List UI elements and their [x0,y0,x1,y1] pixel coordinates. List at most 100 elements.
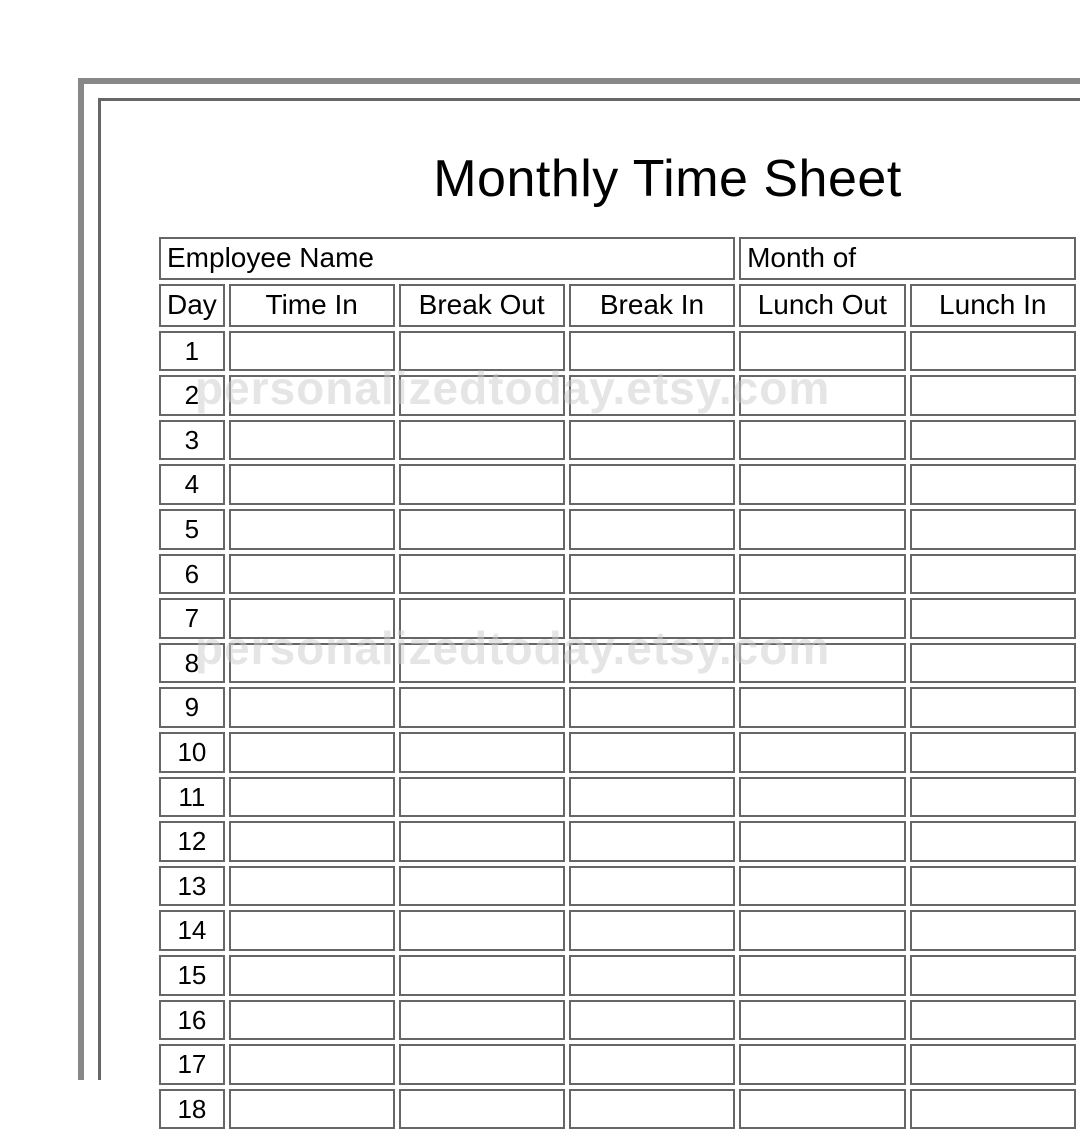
time-cell[interactable] [229,464,395,505]
time-cell[interactable] [229,732,395,773]
time-cell[interactable] [910,777,1076,818]
time-cell[interactable] [569,687,735,728]
time-cell[interactable] [569,464,735,505]
time-cell[interactable] [399,732,565,773]
time-cell[interactable] [739,509,905,550]
header-break-in: Break In [569,284,735,327]
time-cell[interactable] [229,1044,395,1085]
time-cell[interactable] [739,375,905,416]
time-cell[interactable] [229,509,395,550]
time-cell[interactable] [399,1044,565,1085]
time-cell[interactable] [910,866,1076,907]
time-cell[interactable] [399,464,565,505]
time-cell[interactable] [399,821,565,862]
time-cell[interactable] [229,598,395,639]
time-cell[interactable] [739,1000,905,1041]
month-of-field[interactable]: Month of [739,237,1076,280]
time-cell[interactable] [569,910,735,951]
time-cell[interactable] [910,1089,1076,1130]
time-cell[interactable] [399,331,565,372]
time-cell[interactable] [399,1000,565,1041]
day-cell: 13 [159,866,225,907]
time-cell[interactable] [569,1000,735,1041]
time-cell[interactable] [910,643,1076,684]
time-cell[interactable] [569,955,735,996]
time-cell[interactable] [910,687,1076,728]
time-cell[interactable] [569,732,735,773]
time-cell[interactable] [569,1089,735,1130]
time-cell[interactable] [739,643,905,684]
time-cell[interactable] [910,955,1076,996]
time-cell[interactable] [569,420,735,461]
time-cell[interactable] [229,331,395,372]
time-cell[interactable] [910,1044,1076,1085]
time-cell[interactable] [229,687,395,728]
time-cell[interactable] [399,509,565,550]
time-cell[interactable] [399,375,565,416]
time-cell[interactable] [569,509,735,550]
time-cell[interactable] [229,643,395,684]
time-cell[interactable] [910,420,1076,461]
time-cell[interactable] [399,687,565,728]
time-cell[interactable] [569,331,735,372]
time-cell[interactable] [229,1000,395,1041]
time-cell[interactable] [569,598,735,639]
time-cell[interactable] [910,732,1076,773]
time-cell[interactable] [739,910,905,951]
time-cell[interactable] [229,910,395,951]
time-cell[interactable] [569,866,735,907]
time-cell[interactable] [910,375,1076,416]
time-cell[interactable] [399,420,565,461]
time-cell[interactable] [569,643,735,684]
time-cell[interactable] [910,1000,1076,1041]
table-row: 16 [159,1000,1076,1041]
time-cell[interactable] [399,777,565,818]
time-cell[interactable] [910,464,1076,505]
time-cell[interactable] [399,955,565,996]
employee-name-field[interactable]: Employee Name [159,237,735,280]
time-cell[interactable] [399,598,565,639]
time-cell[interactable] [739,687,905,728]
time-cell[interactable] [229,777,395,818]
time-cell[interactable] [910,910,1076,951]
time-cell[interactable] [739,777,905,818]
time-cell[interactable] [739,331,905,372]
time-cell[interactable] [399,1089,565,1130]
time-cell[interactable] [229,821,395,862]
time-cell[interactable] [569,554,735,595]
time-cell[interactable] [910,331,1076,372]
time-cell[interactable] [569,1044,735,1085]
time-cell[interactable] [569,821,735,862]
time-cell[interactable] [229,955,395,996]
time-cell[interactable] [399,866,565,907]
table-row: 13 [159,866,1076,907]
table-row: 4 [159,464,1076,505]
time-cell[interactable] [739,1089,905,1130]
time-cell[interactable] [569,375,735,416]
table-row: 10 [159,732,1076,773]
time-cell[interactable] [229,375,395,416]
time-cell[interactable] [229,1089,395,1130]
time-cell[interactable] [739,598,905,639]
time-cell[interactable] [229,554,395,595]
time-cell[interactable] [739,554,905,595]
time-cell[interactable] [399,910,565,951]
time-cell[interactable] [739,1044,905,1085]
time-cell[interactable] [399,554,565,595]
time-cell[interactable] [569,777,735,818]
time-cell[interactable] [739,464,905,505]
time-cell[interactable] [910,509,1076,550]
time-cell[interactable] [229,866,395,907]
time-cell[interactable] [910,554,1076,595]
time-cell[interactable] [739,821,905,862]
time-cell[interactable] [739,420,905,461]
time-cell[interactable] [739,955,905,996]
time-cell[interactable] [910,598,1076,639]
time-cell[interactable] [739,732,905,773]
day-cell: 14 [159,910,225,951]
time-cell[interactable] [399,643,565,684]
day-cell: 1 [159,331,225,372]
time-cell[interactable] [229,420,395,461]
time-cell[interactable] [910,821,1076,862]
time-cell[interactable] [739,866,905,907]
